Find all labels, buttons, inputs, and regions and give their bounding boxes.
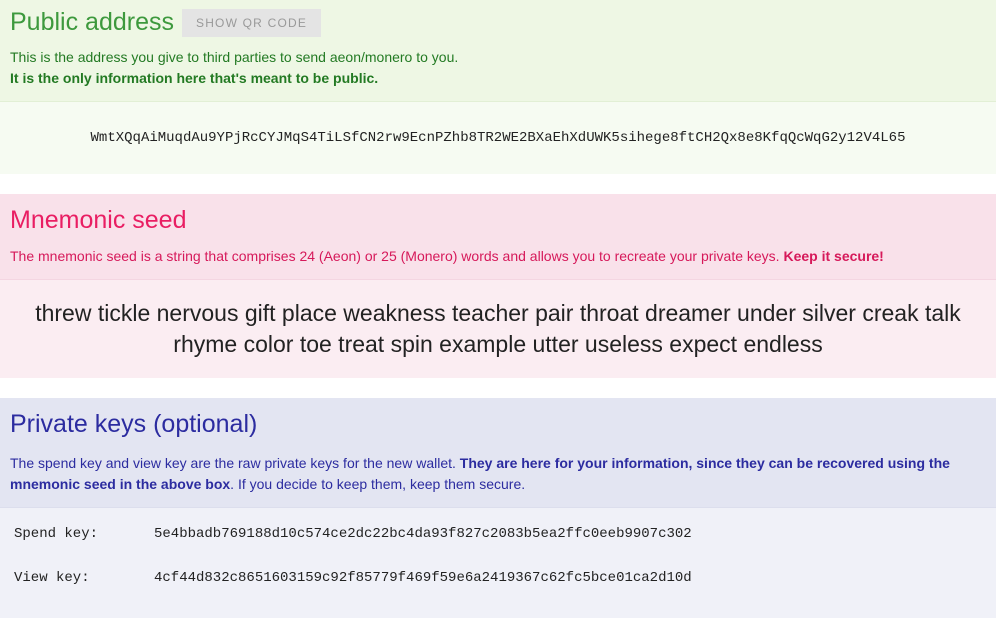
spend-key-value: 5e4bbadb769188d10c574ce2dc22bc4da93f827c… — [154, 526, 692, 542]
show-qr-code-button[interactable]: SHOW QR CODE — [182, 9, 321, 37]
view-key-value: 4cf44d832c8651603159c92f85779f469f59e6a2… — [154, 570, 692, 586]
public-title-row: Public address SHOW QR CODE — [10, 8, 986, 37]
public-desc-line1: This is the address you give to third pa… — [10, 49, 458, 65]
private-keys-title: Private keys (optional) — [10, 410, 986, 439]
private-desc-pre: The spend key and view key are the raw p… — [10, 455, 460, 471]
mnemonic-header: Mnemonic seed The mnemonic seed is a str… — [0, 194, 996, 279]
private-keys-description: The spend key and view key are the raw p… — [10, 453, 986, 495]
view-key-row: View key: 4cf44d832c8651603159c92f85779f… — [14, 570, 982, 586]
mnemonic-section: Mnemonic seed The mnemonic seed is a str… — [0, 194, 996, 378]
public-desc-line2: It is the only information here that's m… — [10, 70, 378, 86]
mnemonic-desc-main: The mnemonic seed is a string that compr… — [10, 248, 783, 264]
public-address-section: Public address SHOW QR CODE This is the … — [0, 0, 996, 174]
spend-key-row: Spend key: 5e4bbadb769188d10c574ce2dc22b… — [14, 526, 982, 542]
public-address-description: This is the address you give to third pa… — [10, 47, 986, 89]
private-keys-header: Private keys (optional) The spend key an… — [0, 398, 996, 507]
public-address-value: WmtXQqAiMuqdAu9YPjRcCYJMqS4TiLSfCN2rw9Ec… — [0, 101, 996, 174]
private-keys-values: Spend key: 5e4bbadb769188d10c574ce2dc22b… — [0, 507, 996, 618]
mnemonic-value: threw tickle nervous gift place weakness… — [0, 279, 996, 378]
private-desc-post: . If you decide to keep them, keep them … — [230, 476, 525, 492]
view-key-label: View key: — [14, 570, 154, 586]
mnemonic-title: Mnemonic seed — [10, 206, 986, 235]
private-keys-section: Private keys (optional) The spend key an… — [0, 398, 996, 618]
public-address-title: Public address — [10, 8, 174, 37]
public-address-header: Public address SHOW QR CODE This is the … — [0, 0, 996, 101]
mnemonic-description: The mnemonic seed is a string that compr… — [10, 247, 986, 267]
spend-key-label: Spend key: — [14, 526, 154, 542]
mnemonic-desc-strong: Keep it secure! — [783, 248, 883, 264]
